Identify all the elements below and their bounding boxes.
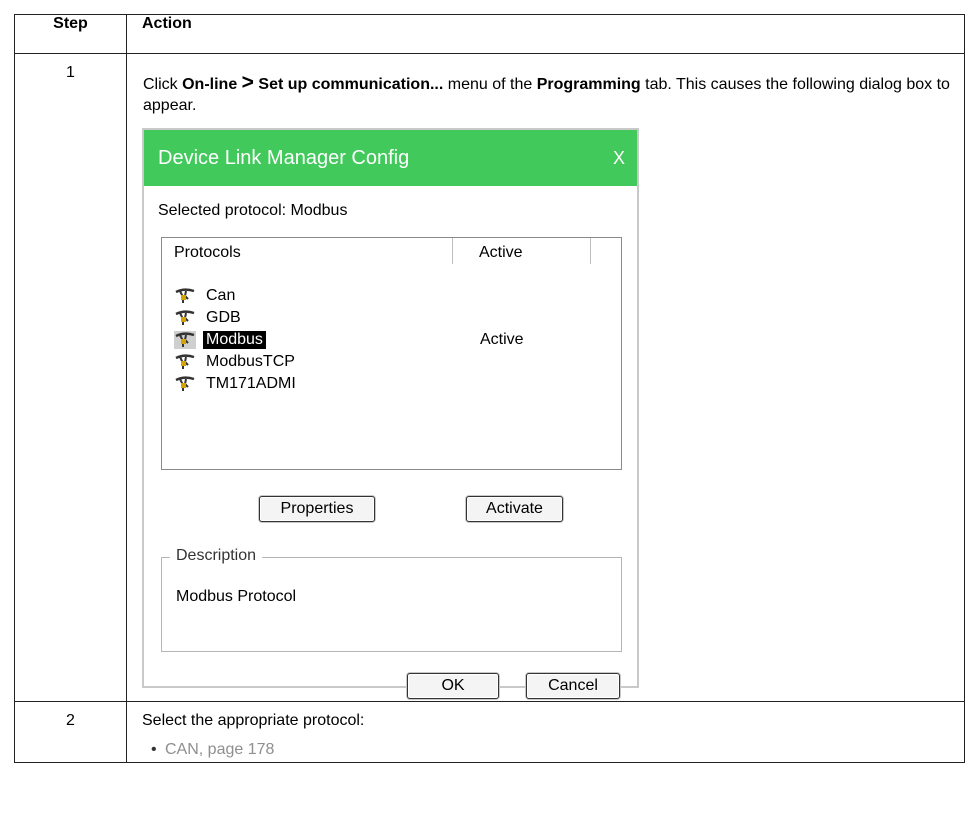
description-text: Modbus Protocol [176,588,297,605]
protocol-item-gdb[interactable]: GDB [174,307,594,329]
step-1-instruction: Click On-line > Set up communication... … [143,72,963,116]
cancel-button[interactable]: Cancel [526,673,620,699]
column-divider[interactable] [590,238,591,264]
protocol-item-modbus[interactable]: Modbus Active [174,329,594,351]
step-1-action: Click On-line > Set up communication... … [126,53,965,702]
protocol-name: TM171ADMI [206,375,296,392]
table-header-row: Step Action [14,14,965,54]
protocol-name: Modbus [203,331,266,349]
protocol-item-tm171admi[interactable]: TM171ADMI [174,373,594,395]
protocol-item-modbustcp[interactable]: ModbusTCP [174,351,594,373]
close-button[interactable]: X [613,148,625,169]
header-step: Step [14,14,127,54]
plug-connector-icon [175,376,195,391]
plug-connector-icon [175,288,195,303]
activate-button[interactable]: Activate [466,496,563,522]
menu-online: On-line [182,76,238,93]
link-can-page[interactable]: CAN, page 178 [151,740,964,760]
ok-button[interactable]: OK [407,673,499,699]
step-number-1: 1 [14,53,127,702]
menu-arrow: > [241,71,254,94]
protocol-list-header: Protocols Active [162,238,621,268]
menu-setup-communication: Set up communication... [258,76,444,93]
column-divider[interactable] [452,238,453,264]
selected-protocol-label: Selected protocol: Modbus [158,202,348,219]
protocol-item-can[interactable]: Can [174,285,594,307]
step-2-intro: Select the appropriate protocol: [142,712,365,729]
table-row-step-1: 1 Click On-line > Set up communication..… [14,53,965,702]
tab-programming: Programming [536,76,641,93]
properties-button[interactable]: Properties [259,496,375,522]
header-action: Action [126,14,965,54]
protocol-rows: Can GDB Modbus Active ModbusTCP TM171ADM… [174,285,594,395]
column-header-protocols[interactable]: Protocols [174,244,241,262]
protocol-active-status: Active [480,331,524,348]
plug-connector-icon [174,331,196,349]
protocol-name: ModbusTCP [206,353,295,370]
column-header-active[interactable]: Active [479,244,523,262]
step-1-text-click: Click [143,76,183,93]
step-2-action: Select the appropriate protocol: CAN, pa… [126,701,965,763]
step-number-2: 2 [14,701,127,763]
dialog-title: Device Link Manager Config [158,146,410,169]
plug-connector-icon [175,310,195,325]
table-row-step-2: 2 Select the appropriate protocol: CAN, … [14,701,965,763]
description-legend: Description [170,547,263,565]
plug-connector-icon [175,354,195,369]
protocol-link-list: CAN, page 178 [127,740,964,760]
dialog-title-bar: Device Link Manager Config X [144,130,637,186]
procedure-table: Step Action 1 Click On-line > Set up com… [14,14,965,763]
protocol-name: Can [206,287,236,304]
description-group: Description Modbus Protocol [161,547,622,652]
protocol-list[interactable]: Protocols Active Can GDB Modbus Active M… [161,237,622,470]
device-link-manager-dialog: Device Link Manager Config X Selected pr… [142,128,639,699]
step-1-text-menu-of: menu of the [443,76,537,93]
protocol-name: GDB [206,309,241,326]
